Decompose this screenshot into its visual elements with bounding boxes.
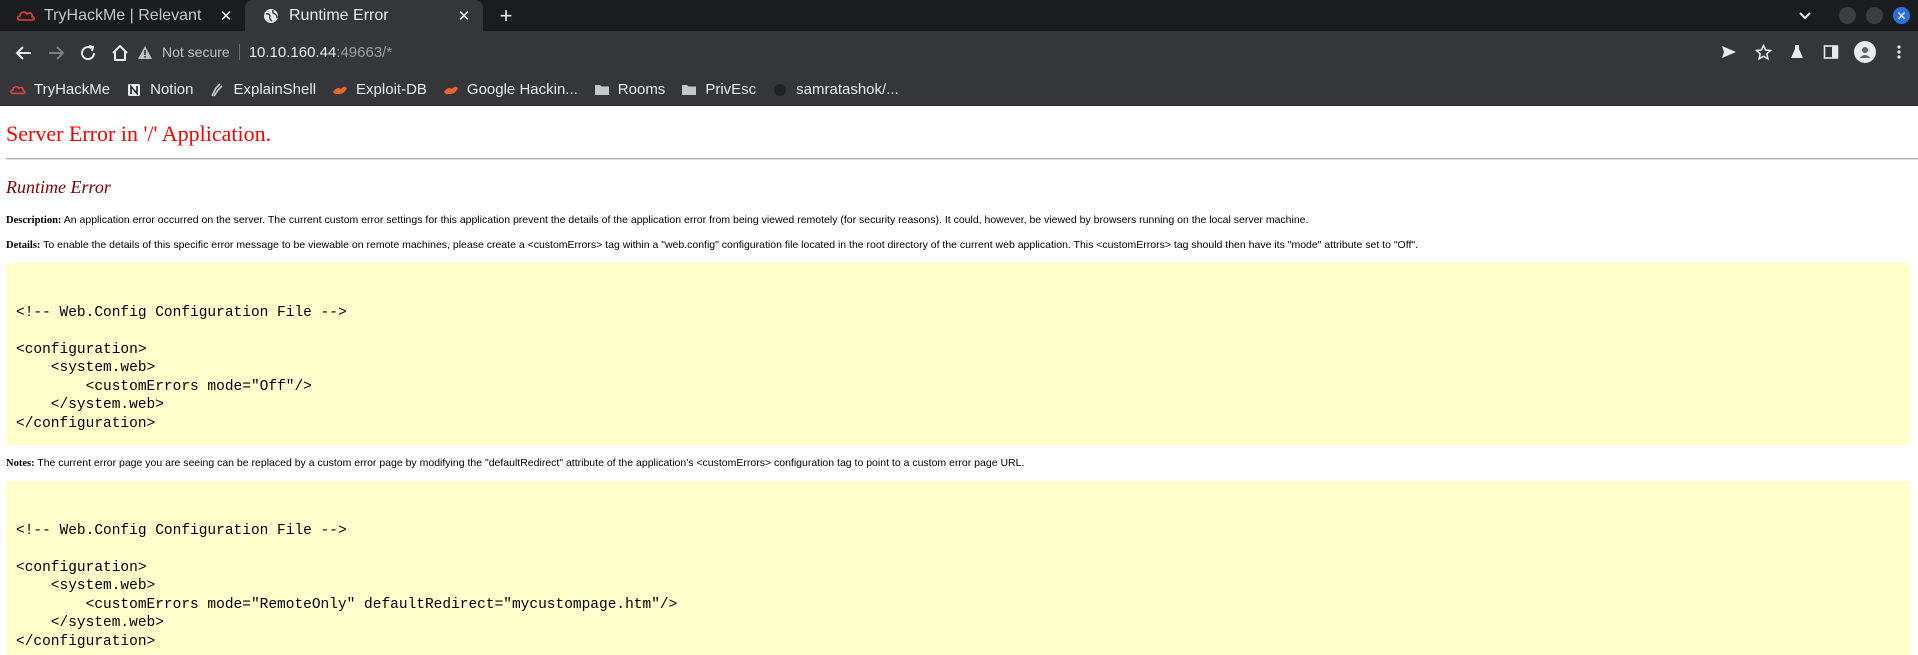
warning-icon[interactable]	[136, 43, 154, 61]
url-host[interactable]: 10.10.160.44	[249, 44, 337, 61]
details-paragraph: Details: To enable the details of this s…	[6, 238, 1912, 253]
window-close-button[interactable]: ✕	[1893, 7, 1910, 24]
bookmark-label: TryHackMe	[34, 81, 111, 98]
notes-label: Notes:	[6, 458, 35, 469]
back-button[interactable]	[8, 37, 40, 69]
globe-icon	[261, 6, 281, 26]
description-label: Description:	[6, 215, 62, 226]
notes-paragraph: Notes: The current error page you are se…	[6, 456, 1912, 471]
bookmark-label: PrivEsc	[705, 81, 757, 98]
bookmark-notion[interactable]: Notion	[126, 81, 193, 98]
exploit-db-icon	[332, 82, 348, 98]
tryhackme-logo-icon	[10, 82, 26, 98]
reload-button[interactable]	[72, 37, 104, 69]
labs-flask-icon[interactable]	[1784, 37, 1810, 67]
close-icon[interactable]: ✕	[217, 7, 235, 25]
browser-chrome: TryHackMe | Relevant ✕ Runtime Error ✕ +…	[0, 0, 1918, 106]
bookmark-label: Google Hackin...	[466, 81, 578, 98]
folder-icon	[594, 82, 610, 98]
page-title: Server Error in '/' Application.	[6, 121, 272, 146]
side-panel-icon[interactable]	[1818, 37, 1844, 67]
toolbar-actions	[1716, 37, 1912, 67]
back-arrow-icon	[15, 45, 31, 60]
description-paragraph: Description: An application error occurr…	[6, 213, 1912, 228]
tab-tryhackme[interactable]: TryHackMe | Relevant ✕	[0, 0, 245, 31]
close-icon[interactable]: ✕	[455, 7, 473, 25]
page-content: Server Error in '/' Application. Runtime…	[0, 121, 1918, 655]
home-icon	[112, 44, 128, 61]
forward-button[interactable]	[40, 37, 72, 69]
chevron-down-icon[interactable]	[1795, 6, 1815, 26]
kebab-menu-icon[interactable]	[1886, 37, 1912, 67]
bookmark-label: Rooms	[617, 81, 666, 98]
config-code-block-off: <!-- Web.Config Configuration File --> <…	[6, 263, 1910, 445]
error-subtitle: Runtime Error	[6, 177, 111, 197]
github-icon	[772, 82, 788, 98]
bookmark-label: ExplainShell	[233, 81, 317, 98]
address-bar[interactable]: Not secure 10.10.160.44:49663/*	[136, 37, 1706, 67]
home-button[interactable]	[104, 37, 136, 69]
bookmark-exploit-db[interactable]: Exploit-DB	[332, 81, 427, 98]
new-tab-button[interactable]: +	[491, 0, 521, 31]
bookmark-samratashok[interactable]: samratashok/...	[772, 81, 899, 98]
bookmark-folder-privesc[interactable]: PrivEsc	[681, 81, 756, 98]
bookmark-explainshell[interactable]: ExplainShell	[209, 81, 316, 98]
divider	[6, 158, 1918, 160]
toolbar: Not secure 10.10.160.44:49663/*	[0, 31, 1918, 74]
bookmark-star-icon[interactable]	[1750, 37, 1776, 67]
avatar	[1854, 41, 1876, 63]
send-icon[interactable]	[1716, 37, 1742, 67]
bookmarks-bar: TryHackMe Notion ExplainShell Exploit-DB…	[0, 74, 1918, 106]
reload-icon	[81, 44, 96, 60]
tab-strip: TryHackMe | Relevant ✕ Runtime Error ✕ +…	[0, 0, 1918, 31]
tab-runtime-error[interactable]: Runtime Error ✕	[245, 0, 483, 31]
tab-title: Runtime Error	[289, 6, 389, 24]
google-hacking-icon	[443, 82, 459, 98]
profile-button[interactable]	[1852, 37, 1878, 67]
maximize-button[interactable]	[1866, 7, 1883, 24]
minimize-button[interactable]	[1839, 7, 1856, 24]
notion-icon	[126, 82, 142, 98]
description-text: An application error occurred on the ser…	[61, 214, 1309, 226]
tab-title: TryHackMe | Relevant	[44, 6, 202, 24]
bookmark-folder-rooms[interactable]: Rooms	[594, 81, 666, 98]
explainshell-icon	[209, 82, 225, 98]
notes-text: The current error page you are seeing ca…	[34, 457, 1025, 469]
bookmark-tryhackme[interactable]: TryHackMe	[10, 81, 110, 98]
tryhackme-logo-icon	[16, 6, 36, 26]
security-status[interactable]: Not secure	[162, 44, 230, 60]
url-path[interactable]: :49663/*	[336, 44, 392, 61]
folder-icon	[681, 82, 697, 98]
bookmark-label: samratashok/...	[796, 81, 899, 98]
details-text: To enable the details of this specific e…	[40, 239, 1419, 251]
details-label: Details:	[6, 240, 41, 251]
bookmark-label: Exploit-DB	[356, 81, 427, 98]
forward-arrow-icon	[49, 45, 65, 60]
address-separator	[238, 44, 240, 60]
bookmark-label: Notion	[150, 81, 194, 98]
bookmark-google-hacking[interactable]: Google Hackin...	[443, 81, 578, 98]
window-controls: ✕	[1795, 0, 1910, 31]
config-code-block-remoteonly: <!-- Web.Config Configuration File --> <…	[6, 481, 1910, 655]
